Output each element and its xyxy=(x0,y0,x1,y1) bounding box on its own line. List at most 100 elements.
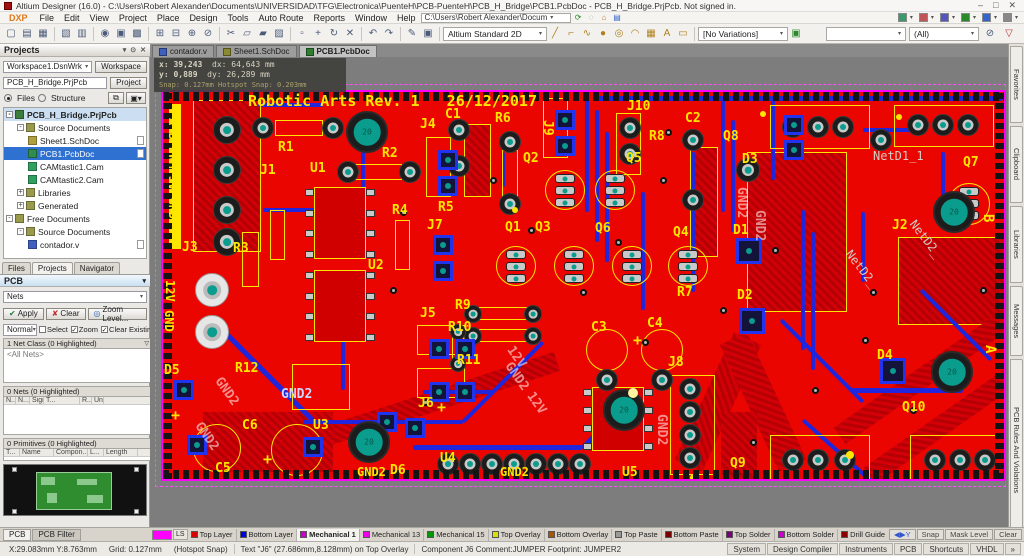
clear-filter-icon[interactable]: ⊘ xyxy=(983,26,998,41)
pcb-pad[interactable] xyxy=(524,327,542,345)
pcb-silkscreen-label[interactable]: R11 xyxy=(457,354,480,367)
pcb-bottom-layer-pad[interactable] xyxy=(739,308,765,334)
pcb-silkscreen-label[interactable]: R2 xyxy=(382,147,398,160)
checkbox-clear-existing[interactable]: ✓Clear Existing xyxy=(101,325,155,334)
pcb-ic-pin[interactable] xyxy=(366,313,375,320)
pcb-bottom-layer-pad[interactable] xyxy=(433,261,453,281)
pcb-silkscreen-label[interactable]: Q5 xyxy=(626,152,642,165)
component-icon[interactable]: ▭ xyxy=(676,26,691,41)
tree-item-source-documents[interactable]: -Source Documents xyxy=(4,225,146,238)
pcb-silkscreen-label[interactable]: + xyxy=(171,408,180,423)
pcb-silkscreen-label[interactable]: J9 xyxy=(541,120,554,136)
structure-radio[interactable] xyxy=(38,94,46,102)
doc-tab-contador-v[interactable]: contador.v xyxy=(152,45,214,57)
via-icon[interactable]: ● xyxy=(596,26,611,41)
pcb-silkscreen-label[interactable]: GND2 xyxy=(500,466,529,478)
tab-files[interactable]: Files xyxy=(2,262,31,274)
pcb-pad[interactable] xyxy=(399,161,421,183)
pcb-silkscreen-label[interactable]: R1 xyxy=(278,141,294,154)
pcb-pad[interactable] xyxy=(605,198,625,207)
zoom-level-button[interactable]: ◎Zoom Level... xyxy=(88,308,147,320)
pcb-silkscreen-label[interactable]: GND xyxy=(163,310,175,332)
pcb-via[interactable] xyxy=(772,247,779,254)
nets-header[interactable]: 0 Nets (0 Highlighted) xyxy=(3,386,153,397)
pcb-bottom-layer-pad[interactable] xyxy=(433,235,453,255)
pcb-pour-label[interactable]: GND2 xyxy=(753,210,766,241)
status-panel-pcb[interactable]: PCB xyxy=(894,543,922,555)
view-mode-combo[interactable]: Altium Standard 2D ▾ xyxy=(443,27,547,41)
pcb-silkscreen-label[interactable]: + xyxy=(437,400,446,415)
pcb-board[interactable]: 2020202020Robotic Arts Rev. 1 26/12/2017… xyxy=(161,90,1006,481)
button-snap[interactable]: Snap xyxy=(917,529,945,540)
pcb-silkscreen-label[interactable]: C1 xyxy=(445,108,461,121)
projects-panel-header[interactable]: Projects ▾⊙✕ xyxy=(0,44,150,57)
workspace-combo[interactable]: Workspace1.DsnWrk▾ xyxy=(3,61,92,73)
select-area-icon[interactable]: ▫ xyxy=(295,26,310,41)
pcb-bottom-layer-pad[interactable] xyxy=(555,110,575,130)
pcb-silkscreen-rect[interactable] xyxy=(354,164,402,180)
board-preview-thumbnail[interactable] xyxy=(3,464,147,516)
mode-combo[interactable]: Normal▾ xyxy=(3,324,37,336)
menu-auto-route[interactable]: Auto Route xyxy=(253,13,308,23)
tree-item-pcb1-pcbdoc[interactable]: PCB1.PcbDoc xyxy=(4,147,146,160)
browse-icon[interactable]: ◉ xyxy=(98,26,113,41)
pcb-ic-pin[interactable] xyxy=(583,443,592,450)
button-clear[interactable]: Clear xyxy=(994,529,1022,540)
pcb-pad[interactable] xyxy=(619,117,641,139)
pcb-pad[interactable] xyxy=(195,315,229,349)
paste-array-icon[interactable]: ▨ xyxy=(272,26,287,41)
pcb-bottom-layer-pad[interactable] xyxy=(736,238,762,264)
new-document-icon[interactable]: ▢ xyxy=(4,26,19,41)
pcb-pad[interactable] xyxy=(506,250,526,259)
pcb-silkscreen-label[interactable]: A xyxy=(983,345,997,353)
menu-dropdown-icon-4[interactable]: ▾ xyxy=(982,13,997,22)
pcb-pad[interactable] xyxy=(448,119,470,141)
pcb-pour-label[interactable]: GND2 xyxy=(655,414,668,445)
pcb-copper-pour[interactable] xyxy=(898,237,1006,325)
pcb-pad[interactable] xyxy=(622,274,642,283)
pcb-ic-pin[interactable] xyxy=(644,407,653,414)
status-panel-instruments[interactable]: Instruments xyxy=(839,543,893,555)
pcb-via[interactable] xyxy=(528,227,535,234)
pcb-silkscreen-label[interactable]: J2 xyxy=(892,219,908,232)
pcb-silkscreen-label[interactable]: J6 xyxy=(418,397,434,410)
open-project-icon[interactable]: ▣▾ xyxy=(126,92,146,104)
pcb-ic-pin[interactable] xyxy=(366,293,375,300)
column-header[interactable]: R... xyxy=(80,397,92,404)
pcb-silkscreen-label[interactable]: Robotic Arts Rev. 1 26/12/2017 xyxy=(248,94,537,109)
pcb-transistor-outline[interactable] xyxy=(554,246,594,286)
panel-tab-messages[interactable]: Messages xyxy=(1010,286,1023,356)
zoom-area-icon[interactable]: ⊟ xyxy=(169,26,184,41)
pcb-ic-pin[interactable] xyxy=(644,425,653,432)
workspace-icon[interactable]: ▤ xyxy=(612,13,623,23)
preview-handle[interactable] xyxy=(12,467,17,472)
pcb-pour-label[interactable]: GND2 xyxy=(281,388,312,401)
save-icon[interactable]: ▦ xyxy=(36,26,51,41)
pcb-ic-pin[interactable] xyxy=(305,251,314,258)
expand-icon[interactable]: + xyxy=(17,202,24,209)
pcb-silkscreen-label[interactable]: C4 xyxy=(647,317,663,330)
pcb-silkscreen-rect[interactable] xyxy=(275,120,323,136)
pcb-pad[interactable] xyxy=(622,250,642,259)
pcb-silkscreen-label[interactable]: + xyxy=(263,452,272,467)
menu-place[interactable]: Place xyxy=(152,13,185,23)
menu-design[interactable]: Design xyxy=(184,13,222,23)
layer-tab-bottom-layer[interactable]: Bottom Layer xyxy=(237,529,298,541)
rotate-icon[interactable]: ↻ xyxy=(327,26,342,41)
pcb-ic-pin[interactable] xyxy=(366,210,375,217)
layer-tab-drill-guide[interactable]: Drill Guide xyxy=(838,529,889,541)
apply-button[interactable]: ✔Apply xyxy=(3,308,44,320)
filter-combo[interactable]: (All) ▾ xyxy=(909,27,979,41)
tree-item-generated[interactable]: +Generated xyxy=(4,199,146,212)
clear-filter-icon[interactable]: ✕ xyxy=(343,26,358,41)
menu-window[interactable]: Window xyxy=(350,13,392,23)
zoom-in-icon[interactable]: ⊕ xyxy=(185,26,200,41)
pcb-via[interactable] xyxy=(490,177,497,184)
pcb-mounting-pad[interactable]: 20 xyxy=(931,351,973,393)
tab-navigator[interactable]: Navigator xyxy=(74,262,120,274)
pcb-pad[interactable] xyxy=(195,273,229,307)
cross-probe-icon[interactable]: ⊘ xyxy=(201,26,216,41)
menu-project[interactable]: Project xyxy=(114,13,152,23)
close-icon[interactable]: ✕ xyxy=(140,46,146,54)
pcb-silkscreen-label[interactable]: J5 xyxy=(420,307,436,320)
